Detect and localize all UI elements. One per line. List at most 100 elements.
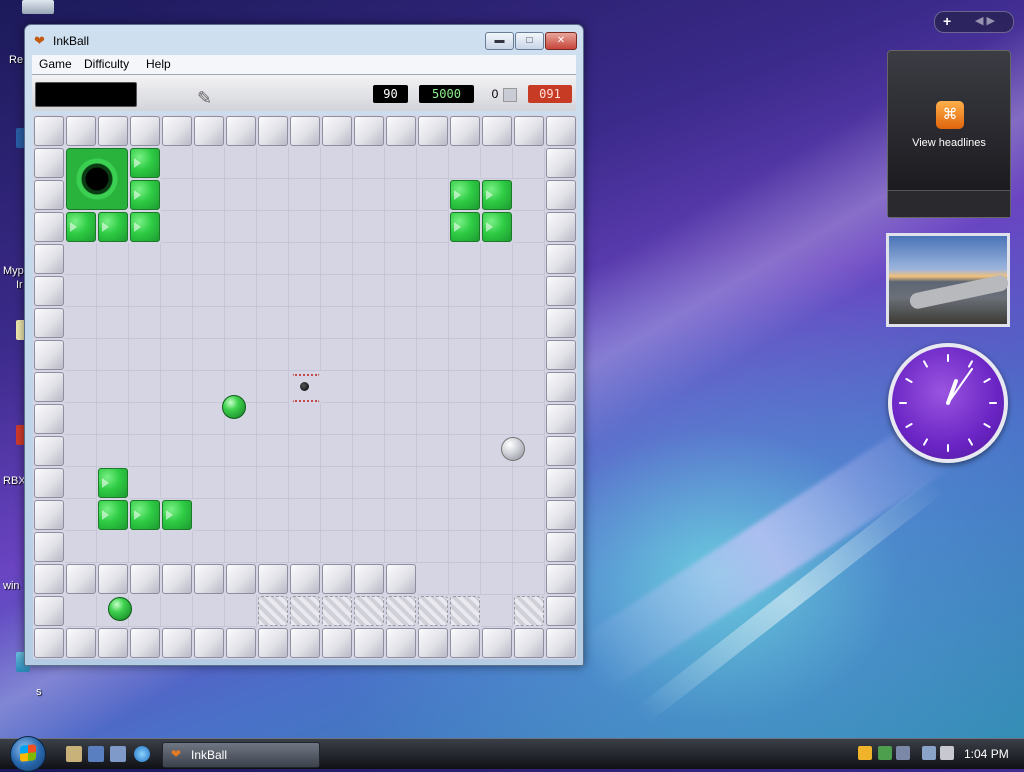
floor-cell (65, 531, 97, 563)
floor-cell (513, 499, 545, 531)
menu-help[interactable]: Help (146, 57, 171, 71)
floor-cell (97, 339, 129, 371)
wall-tile (194, 564, 224, 594)
show-desktop-icon[interactable] (88, 746, 104, 762)
floor-cell (481, 499, 513, 531)
floor-cell (97, 435, 129, 467)
wall-tile (66, 564, 96, 594)
floor-cell (257, 147, 289, 179)
minimize-button[interactable]: ▬ (485, 32, 514, 50)
desktop-icon-label[interactable]: Re (9, 54, 23, 66)
desktop-icon-label[interactable]: Ir (16, 279, 23, 291)
floor-cell (513, 147, 545, 179)
wall-tile (34, 404, 64, 434)
green-tile (130, 500, 160, 530)
wall-tile (546, 212, 576, 242)
wall-tile (290, 564, 320, 594)
floor-cell (161, 371, 193, 403)
recycle-bin-icon[interactable] (22, 0, 54, 14)
floor-cell (353, 179, 385, 211)
switch-windows-icon[interactable] (110, 746, 126, 762)
clock-gadget[interactable] (888, 343, 1008, 463)
wall-tile (98, 564, 128, 594)
game-board[interactable] (33, 115, 577, 659)
breakable-tile (354, 596, 384, 626)
floor-cell (321, 371, 353, 403)
floor-cell (449, 147, 481, 179)
floor-cell (385, 243, 417, 275)
floor-cell (129, 307, 161, 339)
ink-display (35, 82, 137, 107)
floor-cell (417, 403, 449, 435)
floor-cell (257, 243, 289, 275)
close-button[interactable]: ✕ (545, 32, 577, 50)
gadget-nav-icon[interactable]: ◀ ▶ (975, 14, 995, 27)
floor-cell (289, 211, 321, 243)
floor-cell (353, 499, 385, 531)
desktop-icon-label[interactable]: s (36, 686, 42, 698)
menu-difficulty[interactable]: Difficulty (84, 57, 129, 71)
wall-tile (546, 372, 576, 402)
menu-game[interactable]: Game (39, 57, 72, 71)
slideshow-gadget[interactable] (886, 233, 1010, 327)
floor-cell (481, 467, 513, 499)
title-bar[interactable]: ❤ InkBall ▬ □ ✕ (25, 25, 583, 55)
start-button[interactable] (10, 736, 46, 772)
volume-icon[interactable] (940, 746, 954, 760)
inkball-window[interactable]: ❤ InkBall ▬ □ ✕ Game Difficulty Help 90 … (24, 24, 584, 666)
wall-tile (34, 532, 64, 562)
floor-cell (289, 435, 321, 467)
feed-label[interactable]: View headlines (888, 137, 1010, 149)
security-shield-icon[interactable] (858, 746, 872, 760)
wall-tile (290, 116, 320, 146)
floor-cell (513, 339, 545, 371)
floor-cell (385, 211, 417, 243)
floor-cell (321, 275, 353, 307)
floor-cell (289, 531, 321, 563)
wall-tile (130, 628, 160, 658)
floor-cell (513, 211, 545, 243)
taskbar-inkball-button[interactable]: ❤ InkBall (162, 742, 320, 768)
green-tile (482, 212, 512, 242)
breakable-tile (418, 596, 448, 626)
wall-tile (34, 500, 64, 530)
maximize-button[interactable]: □ (515, 32, 544, 50)
window-title: InkBall (53, 34, 90, 48)
tray-app-icon[interactable] (896, 746, 910, 760)
floor-cell (321, 499, 353, 531)
floor-cell (513, 403, 545, 435)
status-bar: 90 5000 0 091 (32, 74, 576, 111)
ball-count-icon (503, 88, 517, 102)
wall-tile (34, 212, 64, 242)
wall-tile (514, 628, 544, 658)
wall-tile (546, 180, 576, 210)
network-icon[interactable] (922, 746, 936, 760)
quick-launch-icon[interactable] (66, 746, 82, 762)
desktop-icon-label[interactable]: win (3, 580, 20, 592)
taskbar-clock[interactable]: 1:04 PM (964, 747, 1009, 761)
floor-cell (513, 563, 545, 595)
wall-tile (514, 116, 544, 146)
wall-tile (226, 564, 256, 594)
network-status-icon[interactable] (878, 746, 892, 760)
desktop-icon-label[interactable]: RBX (3, 475, 26, 487)
desktop-icon-label[interactable]: Myp (3, 265, 24, 277)
add-gadget-icon[interactable]: + (943, 13, 951, 29)
balls-counter: 0 (491, 87, 499, 101)
green-ball (222, 395, 246, 419)
green-tile (482, 180, 512, 210)
floor-cell (481, 531, 513, 563)
floor-cell (161, 339, 193, 371)
green-tile (450, 180, 480, 210)
floor-cell (289, 499, 321, 531)
floor-cell (321, 435, 353, 467)
internet-explorer-icon[interactable] (134, 746, 150, 762)
floor-cell (353, 403, 385, 435)
floor-cell (449, 499, 481, 531)
floor-cell (129, 403, 161, 435)
feed-headlines-gadget[interactable]: ⌘ View headlines (887, 50, 1011, 218)
floor-cell (129, 243, 161, 275)
floor-cell (257, 371, 289, 403)
wall-tile (34, 180, 64, 210)
wall-tile (546, 628, 576, 658)
